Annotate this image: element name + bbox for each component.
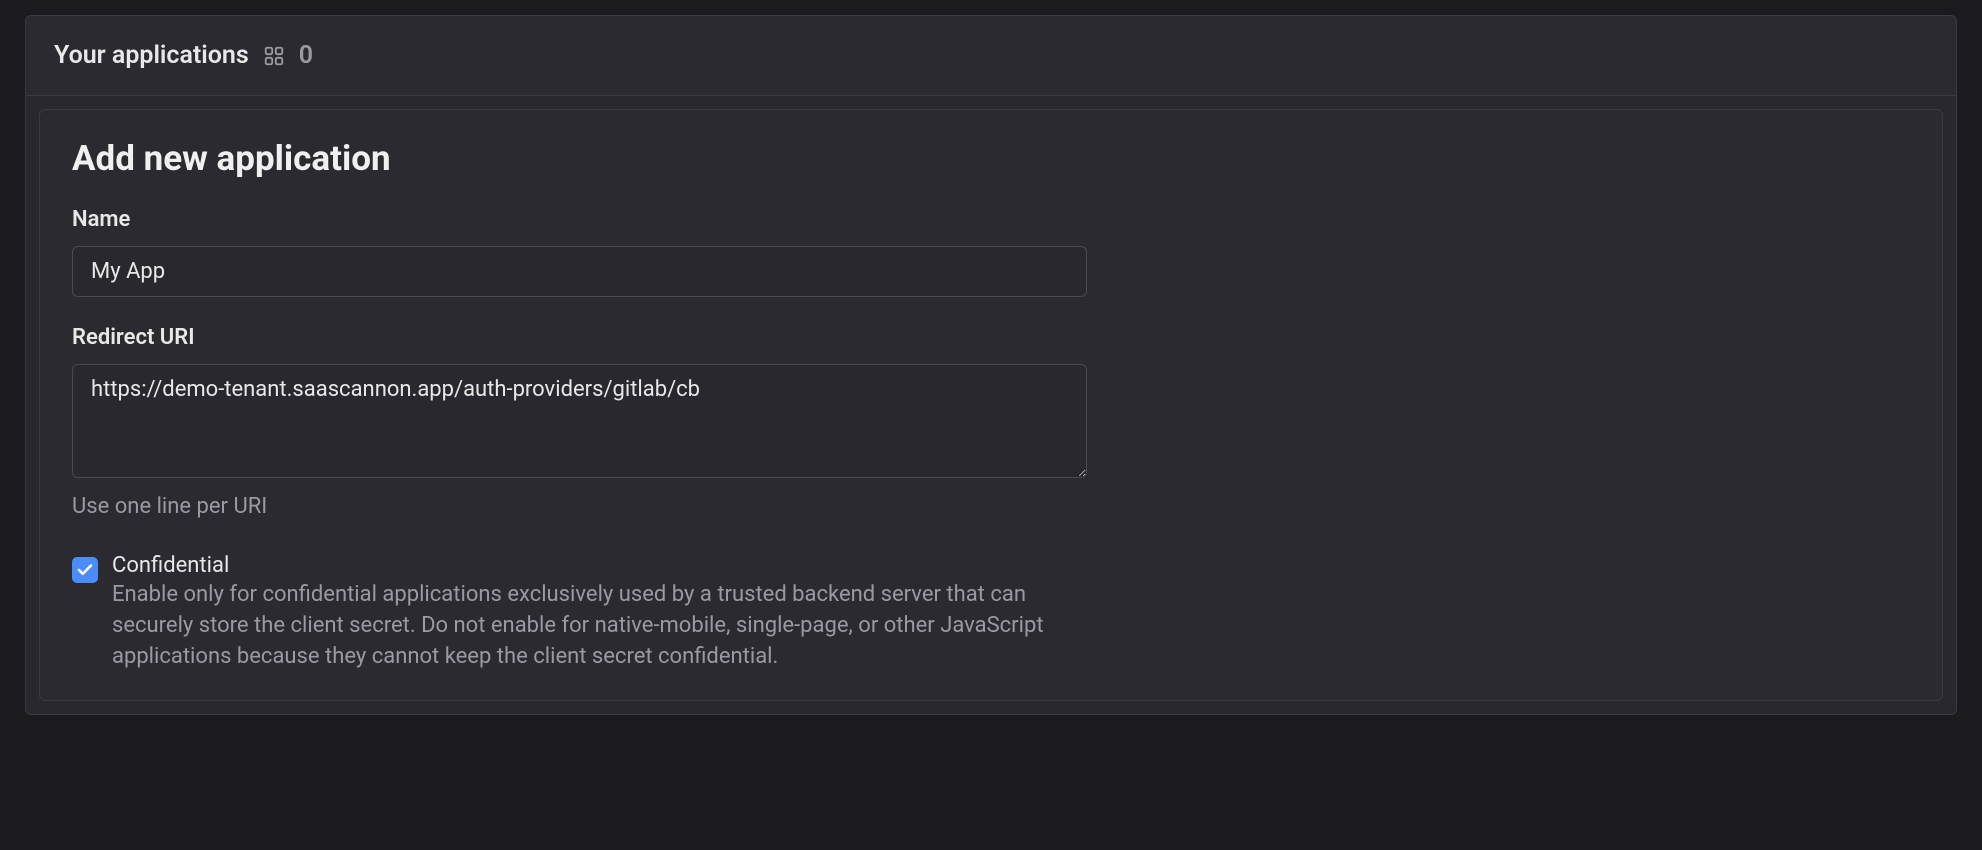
redirect-uri-label: Redirect URI [72, 325, 1910, 350]
name-input[interactable] [72, 246, 1087, 297]
confidential-checkbox-wrapper [72, 557, 98, 583]
applications-icon [263, 45, 285, 67]
form-title: Add new application [72, 138, 1910, 179]
redirect-uri-form-group: Redirect URI Use one line per URI [72, 325, 1910, 519]
applications-count: 0 [299, 41, 313, 70]
name-label: Name [72, 207, 1910, 232]
redirect-uri-textarea[interactable] [72, 364, 1087, 478]
confidential-checkbox-group: Confidential Enable only for confidentia… [72, 553, 1910, 672]
panel-body: Add new application Name Redirect URI Us… [26, 96, 1956, 714]
panel-header: Your applications 0 [26, 16, 1956, 96]
add-application-form: Add new application Name Redirect URI Us… [39, 109, 1943, 701]
applications-panel: Your applications 0 Add new application … [25, 15, 1957, 715]
confidential-content: Confidential Enable only for confidentia… [112, 553, 1082, 672]
redirect-uri-help: Use one line per URI [72, 494, 1910, 519]
name-form-group: Name [72, 207, 1910, 297]
confidential-description: Enable only for confidential application… [112, 580, 1082, 672]
panel-title: Your applications [54, 41, 249, 70]
confidential-label: Confidential [112, 553, 1082, 578]
